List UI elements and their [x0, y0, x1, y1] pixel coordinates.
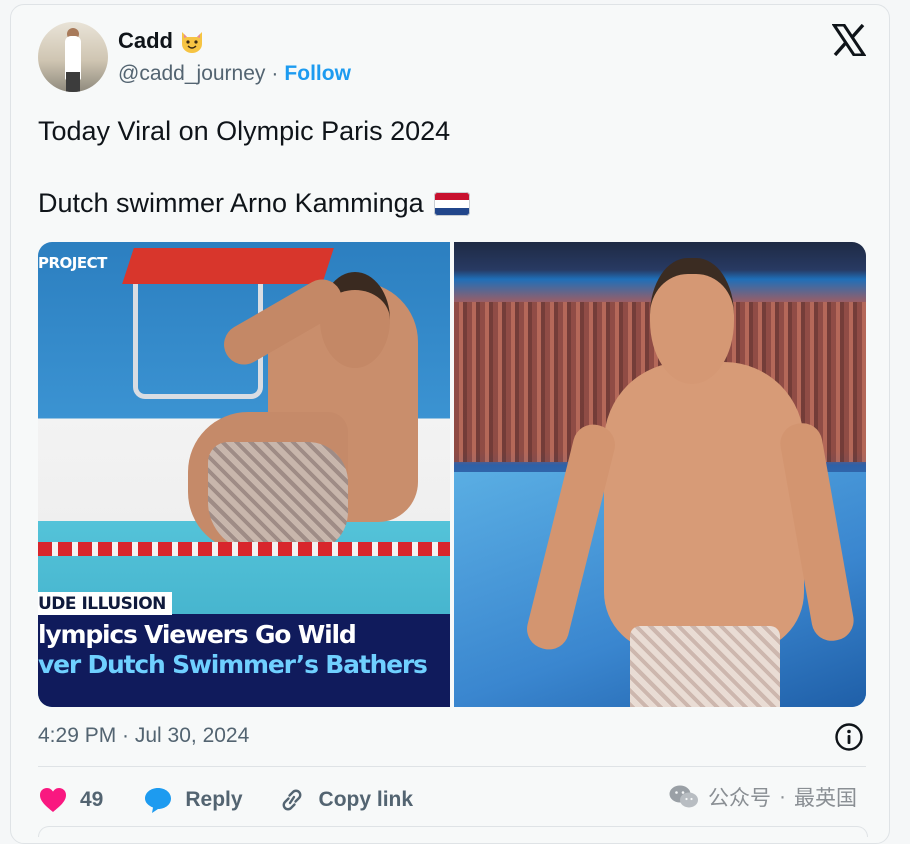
media-overlay-tag: UDE ILLUSION — [38, 592, 172, 615]
heart-icon — [40, 788, 66, 812]
media-overlay-headline-1: lympics Viewers Go Wild — [38, 620, 357, 649]
cat-emoji-icon — [182, 32, 202, 53]
follow-button[interactable]: Follow — [284, 62, 351, 86]
avatar-legs — [66, 72, 80, 92]
author-handle-row: @cadd_journey · Follow — [118, 62, 351, 86]
x-logo-icon[interactable] — [832, 24, 866, 56]
netherlands-flag-icon — [433, 191, 470, 216]
watermark-separator: · — [779, 785, 786, 808]
reply-label: Reply — [185, 788, 243, 811]
info-icon[interactable] — [834, 722, 864, 752]
swimmer-right-trunks — [630, 626, 780, 707]
reply-bubble-icon — [145, 788, 172, 813]
swimmer-left-trunks — [208, 442, 348, 552]
tweet-media[interactable]: PROJECT UDE ILLUSION lympics Viewers Go … — [38, 242, 866, 707]
like-count: 49 — [80, 788, 104, 811]
tweet-actions: 49 Reply Copy link — [38, 782, 413, 818]
avatar[interactable] — [38, 22, 108, 92]
tweet-text-line-1: Today Viral on Olympic Paris 2024 — [38, 116, 451, 146]
author-name-row[interactable]: Cadd — [118, 28, 205, 54]
media-image-left[interactable]: PROJECT UDE ILLUSION lympics Viewers Go … — [38, 242, 450, 707]
author-display-name[interactable]: Cadd — [118, 28, 173, 54]
starting-block — [122, 248, 334, 284]
copy-link-label: Copy link — [318, 788, 414, 811]
pool-lane-rope — [38, 542, 450, 556]
media-overlay-project: PROJECT — [38, 254, 107, 272]
swimmer-right-head — [650, 258, 734, 384]
copy-link-button[interactable]: Copy link — [277, 786, 414, 814]
link-icon — [282, 789, 301, 811]
swimmer-right-torso — [604, 362, 804, 652]
reply-button[interactable]: Reply — [143, 786, 243, 814]
author-handle[interactable]: @cadd_journey — [118, 62, 265, 86]
tweet-timestamp[interactable]: 4:29 PM · Jul 30, 2024 — [38, 724, 249, 748]
handle-separator: · — [271, 62, 279, 85]
watermark-text-2: 最英国 — [794, 787, 857, 810]
tweet-text-line-2-row: Dutch swimmer Arno Kamminga — [38, 188, 470, 219]
like-button[interactable]: 49 — [38, 786, 103, 814]
media-image-right[interactable] — [454, 242, 866, 707]
tweet-text-line-2: Dutch swimmer Arno Kamminga — [38, 188, 424, 218]
watermark-text-1: 公众号 — [708, 787, 771, 810]
actions-divider — [38, 766, 866, 767]
media-overlay-headline-2: ver Dutch Swimmer’s Bathers — [38, 650, 428, 679]
wechat-icon — [669, 785, 698, 808]
wechat-watermark: 公众号 · 最英国 — [668, 782, 857, 812]
